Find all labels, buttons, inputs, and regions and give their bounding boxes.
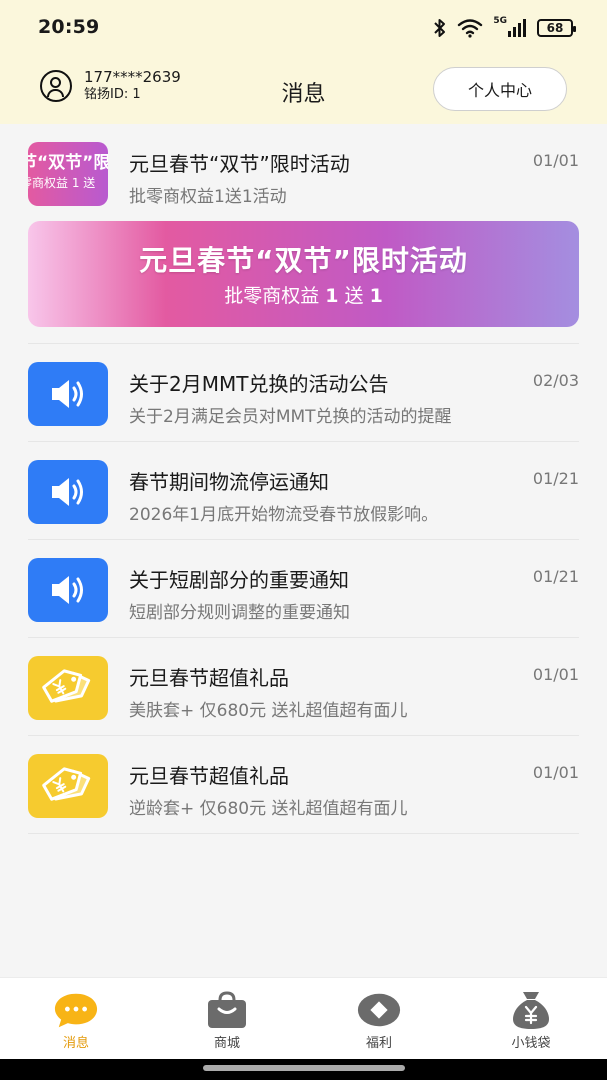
battery-indicator: 68 — [537, 19, 576, 37]
profile-center-button[interactable]: 个人中心 — [433, 67, 567, 111]
header: 177****2639 铭扬ID: 1 消息 个人中心 — [0, 56, 607, 124]
message-date: 01/21 — [532, 469, 579, 488]
bottom-tab-bar: 消息 商城 福利 小钱袋 — [0, 977, 607, 1059]
message-title: 元旦春节超值礼品 — [129, 764, 289, 788]
status-time: 20:59 — [38, 16, 100, 38]
message-subtitle: 短剧部分规则调整的重要通知 — [129, 603, 350, 623]
message-date: 01/01 — [532, 151, 579, 170]
status-icons: 5G 68 — [433, 14, 576, 42]
price-tag-icon — [28, 656, 108, 720]
message-item[interactable]: 春节期间物流停运通知 2026年1月底开始物流受春节放假影响。 01/21 — [28, 442, 579, 540]
chat-bubble-icon — [53, 990, 99, 1030]
tab-mall[interactable]: 商城 — [167, 978, 287, 1060]
tab-label: 小钱袋 — [511, 1036, 551, 1051]
tab-label: 商城 — [213, 1036, 240, 1051]
home-indicator[interactable] — [203, 1065, 405, 1071]
message-date: 01/01 — [532, 665, 579, 684]
promo-thumbnail-icon: 节“双节”限 零商权益 1 送 — [28, 142, 108, 206]
wifi-icon — [458, 19, 483, 38]
bluetooth-icon — [434, 19, 446, 37]
tab-label: 福利 — [365, 1036, 392, 1051]
top-area: 20:59 5G 68 177****2639 铭扬ID: 1 消息 个人中心 — [0, 0, 607, 124]
tab-messages[interactable]: 消息 — [16, 978, 136, 1060]
message-item[interactable]: 元旦春节超值礼品 逆龄套+ 仅680元 送礼超值超有面儿 01/01 — [28, 736, 579, 834]
message-title: 春节期间物流停运通知 — [129, 470, 329, 494]
speaker-icon — [28, 558, 108, 622]
message-title: 元旦春节超值礼品 — [129, 666, 289, 690]
price-tag-icon — [28, 754, 108, 818]
message-item[interactable]: 关于2月MMT兑换的活动公告 关于2月满足会员对MMT兑换的活动的提醒 02/0… — [28, 344, 579, 442]
tab-label: 消息 — [62, 1036, 89, 1051]
speaker-icon — [28, 460, 108, 524]
message-subtitle: 2026年1月底开始物流受春节放假影响。 — [129, 505, 439, 525]
banner-title: 元旦春节“双节”限时活动 — [139, 244, 468, 277]
speaker-icon — [28, 362, 108, 426]
message-date: 01/01 — [532, 763, 579, 782]
message-subtitle: 逆龄套+ 仅680元 送礼超值超有面儿 — [129, 799, 408, 819]
message-title: 关于短剧部分的重要通知 — [129, 568, 349, 592]
message-item[interactable]: 元旦春节超值礼品 美肤套+ 仅680元 送礼超值超有面儿 01/01 — [28, 638, 579, 736]
message-list: 节“双节”限 零商权益 1 送 元旦春节“双节”限时活动 批零商权益1送1活动 … — [0, 124, 607, 834]
message-item[interactable]: 关于短剧部分的重要通知 短剧部分规则调整的重要通知 01/21 — [28, 540, 579, 638]
battery-level: 68 — [546, 21, 564, 35]
message-date: 02/03 — [532, 371, 579, 390]
signal-icon — [508, 19, 526, 37]
network-type: 5G — [493, 16, 507, 26]
diamond-icon — [356, 990, 402, 1030]
message-title: 关于2月MMT兑换的活动公告 — [129, 372, 389, 396]
app-screen: 20:59 5G 68 177****2639 铭扬ID: 1 消息 个人中心 … — [0, 0, 607, 1080]
tab-wallet[interactable]: 小钱袋 — [471, 978, 591, 1060]
promo-banner[interactable]: 元旦春节“双节”限时活动 批零商权益 1 送 1 — [28, 221, 579, 327]
system-nav-bar — [0, 1059, 607, 1080]
money-bag-icon — [508, 990, 554, 1030]
shopping-bag-icon — [204, 990, 250, 1030]
tab-welfare[interactable]: 福利 — [319, 978, 439, 1060]
message-date: 01/21 — [532, 567, 579, 586]
message-subtitle: 关于2月满足会员对MMT兑换的活动的提醒 — [129, 407, 452, 427]
message-subtitle: 批零商权益1送1活动 — [129, 187, 287, 207]
message-subtitle: 美肤套+ 仅680元 送礼超值超有面儿 — [129, 701, 408, 721]
banner-subtitle: 批零商权益 1 送 1 — [224, 285, 383, 307]
message-title: 元旦春节“双节”限时活动 — [129, 152, 350, 176]
status-bar: 20:59 5G 68 — [0, 0, 607, 56]
message-item-promo[interactable]: 节“双节”限 零商权益 1 送 元旦春节“双节”限时活动 批零商权益1送1活动 … — [28, 124, 579, 344]
